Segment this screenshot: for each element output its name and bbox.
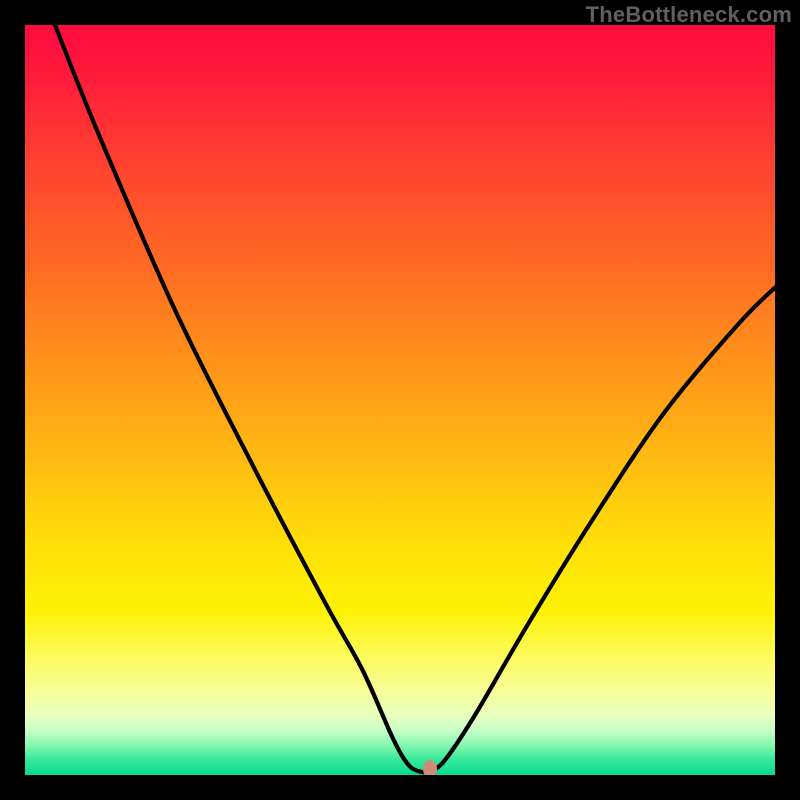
curve-path (55, 25, 775, 772)
bottleneck-curve (25, 25, 775, 775)
attribution-watermark: TheBottleneck.com (586, 2, 792, 28)
plot-area (25, 25, 775, 775)
chart-frame: TheBottleneck.com (0, 0, 800, 800)
optimal-point-marker (423, 760, 437, 775)
